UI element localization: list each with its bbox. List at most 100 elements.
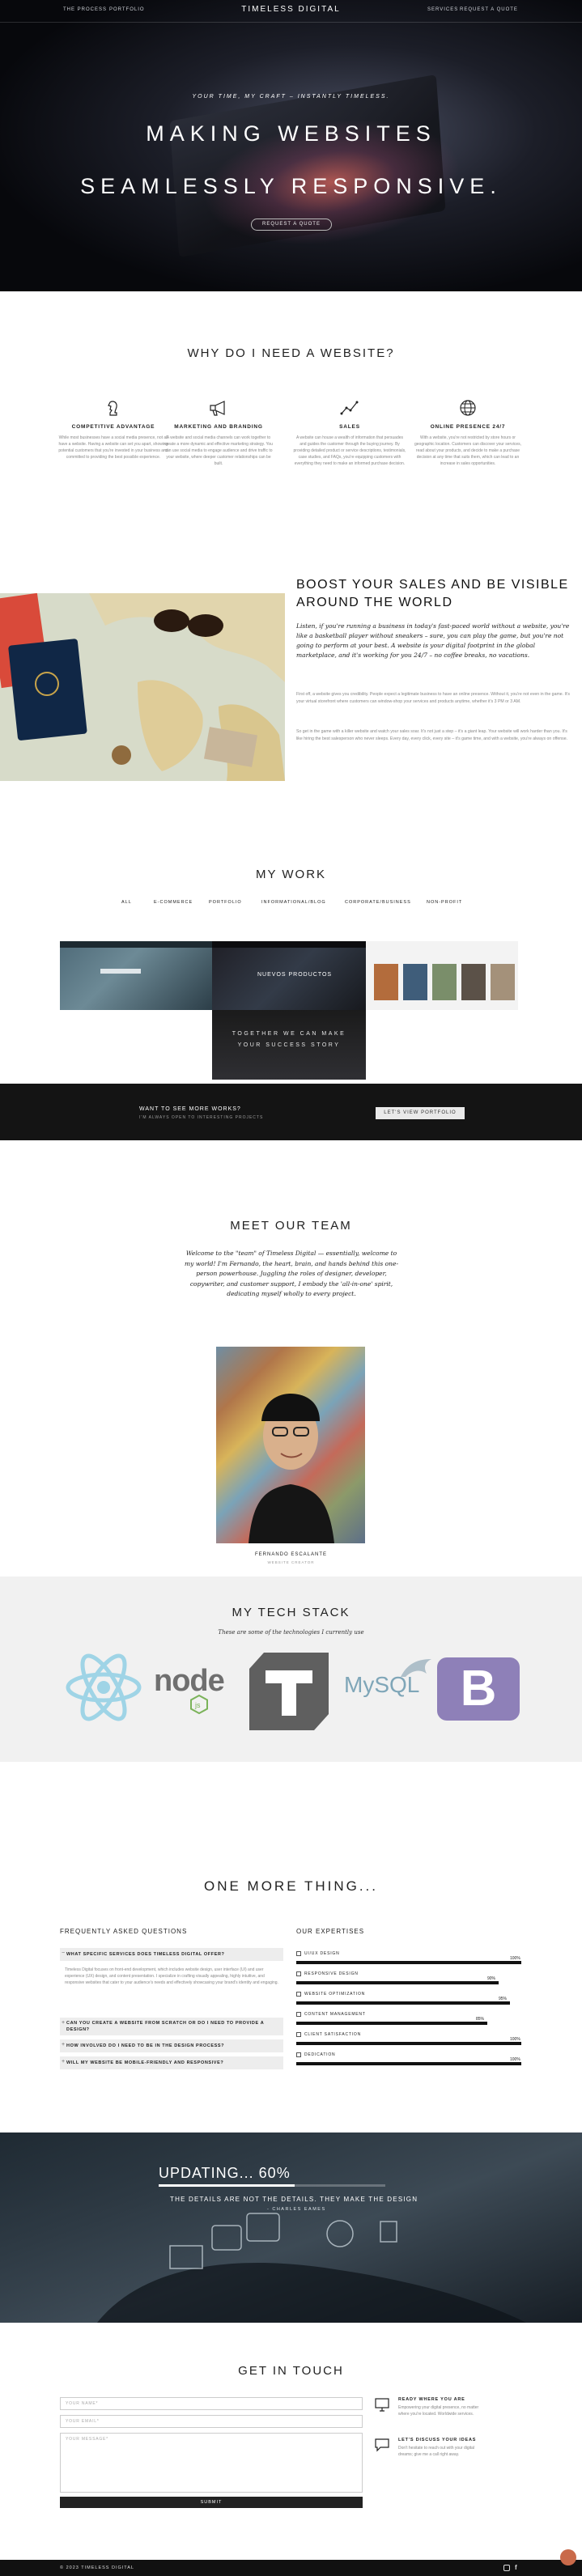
portfolio-tile[interactable]: TOGETHER WE CAN MAKE YOUR SUCCESS STORY — [212, 1010, 366, 1080]
name-placeholder: YOUR NAME* — [66, 2401, 99, 2406]
tile-together-line2: YOUR SUCCESS STORY — [237, 1042, 341, 1048]
chat-widget-button[interactable] — [560, 2549, 576, 2565]
team-intro-text: Welcome to the "team" of Timeless Digita… — [185, 1250, 398, 1297]
globe-icon — [460, 400, 476, 416]
faq-item[interactable]: + CAN YOU CREATE A WEBSITE FROM SCRATCH … — [60, 2018, 283, 2035]
feature-competitive: COMPETITIVE ADVANTAGE While most busines… — [57, 397, 170, 460]
updating-banner: UPDATING... 60% THE DETAILS ARE NOT THE … — [0, 2133, 582, 2323]
filter-nonprofit[interactable]: NON-PROFIT — [427, 900, 462, 905]
contact-title: GET IN TOUCH — [238, 2364, 344, 2378]
skill-label: WEBSITE OPTIMIZATION — [304, 1992, 366, 1997]
checkbox-icon — [296, 2012, 301, 2017]
message-field[interactable]: YOUR MESSAGE* — [60, 2433, 363, 2493]
react-logo-icon — [66, 1653, 142, 1721]
facebook-icon[interactable]: f — [515, 2564, 517, 2571]
email-placeholder: YOUR EMAIL* — [66, 2419, 100, 2424]
faq-question: HOW INVOLVED DO I NEED TO BE IN THE DESI… — [66, 2043, 225, 2048]
minus-icon: − — [62, 1950, 66, 1956]
feature-marketing: MARKETING AND BRANDING A website and soc… — [162, 397, 275, 467]
filter-all[interactable]: ALL — [121, 900, 132, 905]
updating-title: UPDATING... 60% — [159, 2165, 291, 2181]
filter-ecommerce[interactable]: E-COMMERCE — [154, 900, 193, 905]
boost-paragraph-2: So get in the game with a killer website… — [296, 729, 568, 741]
contact-info-text: Empowering your digital presence, no mat… — [398, 2405, 479, 2417]
node-hexagon-icon: js — [190, 1695, 208, 1714]
filter-corporate[interactable]: CORPORATE/BUSINESS — [345, 900, 411, 905]
portfolio-tile[interactable]: NUEVOS PRODUCTOS — [212, 941, 366, 1010]
plus-icon: + — [62, 2020, 66, 2026]
feature-text: With a website, you're not restricted by… — [414, 435, 521, 466]
feature-text: A website and social media channels can … — [164, 435, 273, 466]
skill-label: UI/UX DESIGN — [304, 1951, 340, 1956]
chart-line-icon — [340, 401, 359, 415]
skill-label: CONTENT MANAGEMENT — [304, 2012, 366, 2017]
skill-label: RESPONSIVE DESIGN — [304, 1971, 359, 1976]
skill-bar — [296, 2001, 510, 2005]
more-works-title: WANT TO SEE MORE WORKS? — [139, 1106, 241, 1112]
tech-stack-section: MY TECH STACK These are some of the tech… — [0, 1577, 582, 1762]
contact-info-text: Don't hesitate to reach out with your di… — [398, 2446, 475, 2457]
feature-title: ONLINE PRESENCE 24/7 — [430, 424, 506, 430]
portfolio-tile[interactable] — [60, 941, 212, 1010]
hero-headline-line1: MAKING WEBSITES — [146, 121, 436, 146]
skill-label: CLIENT SATISFACTION — [304, 2032, 362, 2037]
checkbox-icon — [296, 2052, 301, 2057]
checkbox-icon — [296, 1992, 301, 1997]
footer: © 2023 TIMELESS DIGITAL f — [0, 2560, 582, 2576]
dolphin-icon — [401, 1659, 431, 1677]
filter-blog[interactable]: INFORMATIONAL/BLOG — [261, 900, 326, 905]
boost-lead-text: Listen, if you're running a business in … — [296, 622, 570, 659]
checkbox-icon — [296, 2032, 301, 2037]
megaphone-icon — [210, 401, 225, 416]
nodejs-logo-icon: node js — [154, 1664, 243, 1714]
svg-text:js: js — [194, 1701, 201, 1709]
more-works-bar: WANT TO SEE MORE WORKS? I'M ALWAYS OPEN … — [0, 1084, 582, 1140]
checkbox-icon — [296, 1971, 301, 1976]
typo3-logo-icon — [249, 1653, 329, 1730]
node-wordmark: node — [154, 1664, 225, 1698]
boost-paragraph-1: First off, a website gives you credibili… — [296, 692, 571, 704]
checkbox-icon — [296, 1951, 301, 1956]
faq-question: WHAT SPECIFIC SERVICES DOES TIMELESS DIG… — [66, 1952, 225, 1957]
hero-tagline: YOUR TIME, MY CRAFT – INSTANTLY TIMELESS… — [192, 94, 390, 100]
instagram-icon[interactable] — [503, 2565, 510, 2571]
copyright-text: © 2023 TIMELESS DIGITAL — [60, 2565, 134, 2570]
team-title: MEET OUR TEAM — [230, 1219, 352, 1233]
bootstrap-logo-icon: B — [437, 1657, 520, 1721]
chess-knight-icon — [108, 401, 117, 416]
work-title: MY WORK — [255, 868, 327, 881]
updating-progress-track — [159, 2184, 385, 2187]
expertise-title: OUR EXPERTISES — [296, 1928, 365, 1935]
feature-sales: SALES A website can house a wealth of in… — [293, 397, 406, 467]
boost-title: BOOST YOUR SALES AND BE VISIBLE AROUND T… — [296, 578, 569, 609]
feature-title: MARKETING AND BRANDING — [174, 424, 263, 430]
hero-headline-line2: SEAMLESSLY RESPONSIVE. — [80, 174, 502, 198]
faq-item[interactable]: − WHAT SPECIFIC SERVICES DOES TIMELESS D… — [60, 1948, 283, 1961]
skill-bar — [296, 1981, 499, 1984]
email-field[interactable]: YOUR EMAIL* — [60, 2415, 363, 2428]
skill-bar — [296, 2062, 521, 2065]
submit-button[interactable]: SUBMIT — [60, 2497, 363, 2508]
faq-answer: Timeless Digital focuses on front-end de… — [65, 1967, 278, 1985]
team-member-role: WEBSITE CREATOR — [267, 1560, 315, 1564]
view-portfolio-button[interactable]: LET'S VIEW PORTFOLIO — [376, 1107, 465, 1119]
monitor-icon — [375, 2398, 389, 2412]
mysql-logo-icon: MySQL — [344, 1659, 433, 1712]
name-field[interactable]: YOUR NAME* — [60, 2397, 363, 2410]
more-works-subtitle: I'M ALWAYS OPEN TO INTERESTING PROJECTS — [139, 1115, 264, 1120]
contact-info-title: LET'S DISCUSS YOUR IDEAS — [398, 2438, 477, 2442]
chat-icon — [375, 2438, 389, 2452]
contact-info-title: READY WHERE YOU ARE — [398, 2397, 465, 2402]
skill-label: DEDICATION — [304, 2052, 336, 2057]
team-member-photo — [216, 1347, 365, 1543]
skill-bar — [296, 2042, 521, 2045]
brand-logo[interactable]: TIMELESS DIGITAL — [0, 5, 582, 14]
message-placeholder: YOUR MESSAGE* — [66, 2437, 108, 2442]
request-quote-button[interactable]: REQUEST A QUOTE — [251, 219, 332, 231]
portfolio-tile[interactable] — [366, 941, 518, 1010]
faq-item[interactable]: + WILL MY WEBSITE BE MOBILE-FRIENDLY AND… — [60, 2056, 283, 2069]
faq-item[interactable]: + HOW INVOLVED DO I NEED TO BE IN THE DE… — [60, 2039, 283, 2052]
tile-together-line1: TOGETHER WE CAN MAKE — [232, 1031, 346, 1037]
faq-question: CAN YOU CREATE A WEBSITE FROM SCRATCH OR… — [66, 2021, 265, 2032]
filter-portfolio[interactable]: PORTFOLIO — [209, 900, 242, 905]
